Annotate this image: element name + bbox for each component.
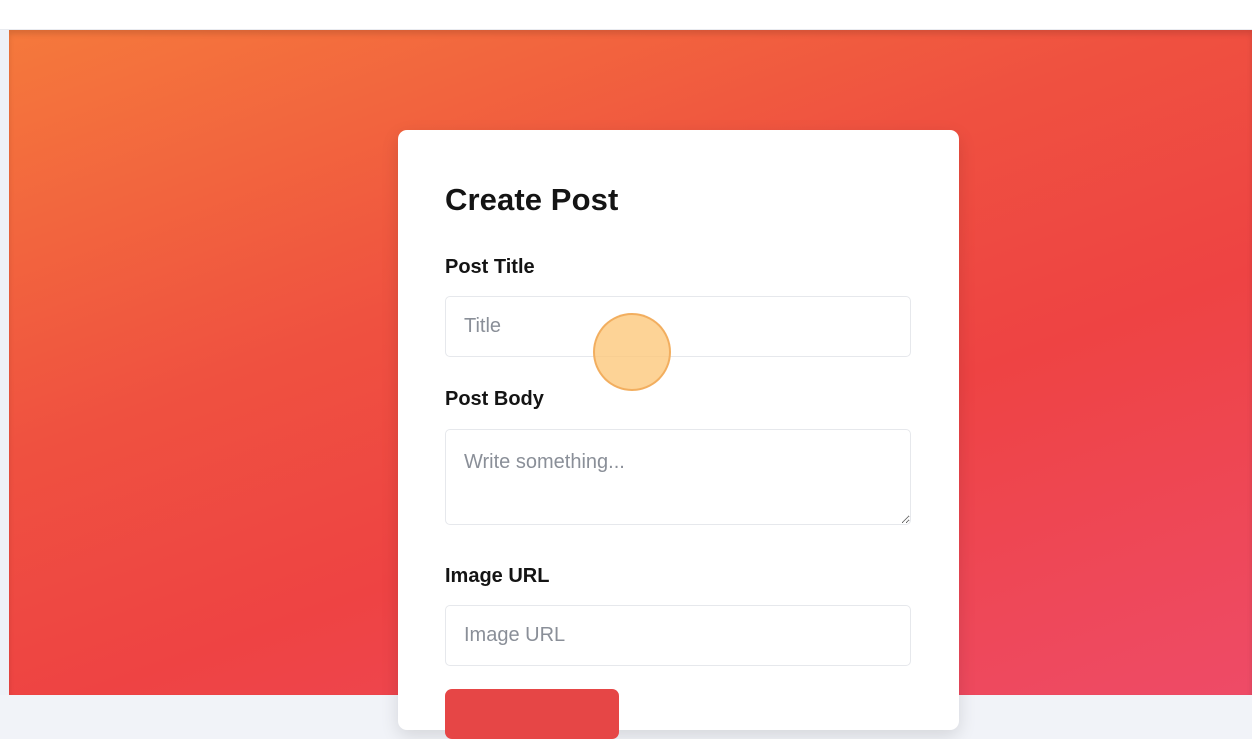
browser-viewport: Create Post Post Title Post Body Image U… — [0, 0, 1252, 739]
submit-button[interactable] — [445, 689, 619, 739]
post-body-textarea[interactable] — [445, 429, 911, 525]
create-post-card: Create Post Post Title Post Body Image U… — [398, 130, 959, 739]
top-strip — [0, 0, 1252, 30]
page-title: Create Post — [445, 182, 619, 217]
post-body-label: Post Body — [445, 388, 544, 410]
image-url-label: Image URL — [445, 565, 550, 587]
post-title-input[interactable] — [445, 296, 911, 357]
post-title-label: Post Title — [445, 256, 535, 278]
image-url-input[interactable] — [445, 605, 911, 666]
